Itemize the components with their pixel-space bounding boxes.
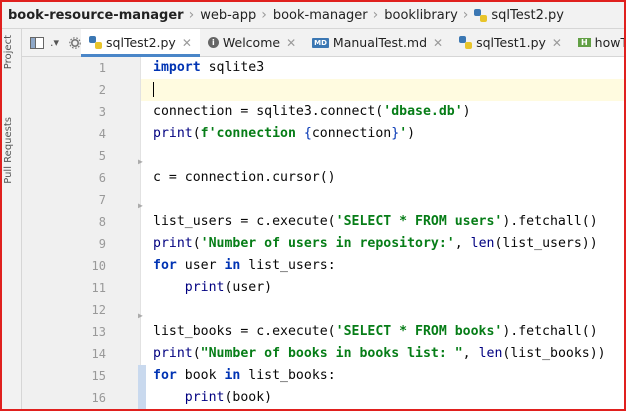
- close-icon[interactable]: ✕: [433, 36, 443, 50]
- ide-window: book-resource-manager › web-app › book-m…: [0, 0, 626, 411]
- code-line: 3 connection = sqlite3.connect('dbase.db…: [22, 101, 624, 123]
- text-caret: [153, 81, 154, 97]
- code-text: c = connection.cursor(): [153, 170, 336, 185]
- tab-label: sqlTest2.py: [106, 35, 176, 50]
- line-number: 15: [91, 369, 106, 383]
- tab-label: sqlTest1.py: [476, 35, 546, 50]
- code-text: import sqlite3: [153, 60, 265, 75]
- window-layout-icon[interactable]: [30, 36, 44, 49]
- more-options-icon[interactable]: .▾: [50, 36, 59, 49]
- code-line: 9 print('Number of users in repository:'…: [22, 233, 624, 255]
- python-file-icon: [474, 8, 488, 22]
- pull-requests-tool-button[interactable]: Pull Requests: [3, 117, 14, 184]
- code-text: list_books = c.execute('SELECT * FROM bo…: [153, 324, 598, 339]
- line-number: 10: [91, 259, 106, 273]
- project-view-controls: .▾: [22, 29, 81, 56]
- line-number: 8: [98, 215, 106, 229]
- change-marker: [138, 365, 146, 387]
- code-text: print('Number of users in repository:', …: [153, 236, 598, 251]
- line-number: 1: [98, 61, 106, 75]
- line-number: 9: [98, 237, 106, 251]
- breadcrumb: book-resource-manager › web-app › book-m…: [2, 2, 624, 29]
- editor-tabs: .▾ sqlTest2.py ✕ i Welcome ✕ MD ManualTe…: [22, 29, 624, 57]
- tab-label: ManualTest.md: [332, 35, 428, 50]
- tab-label: howTo.html: [594, 35, 626, 50]
- breadcrumb-item-book-manager[interactable]: book-manager: [267, 8, 368, 23]
- close-icon[interactable]: ✕: [182, 36, 192, 50]
- text-caret-line[interactable]: [141, 79, 624, 101]
- code-line: 13 list_books = c.execute('SELECT * FROM…: [22, 321, 624, 343]
- code-text: for book in list_books:: [153, 368, 336, 383]
- code-line-current: 2: [22, 79, 624, 101]
- html-file-icon: H: [577, 38, 591, 47]
- line-number: 7: [98, 193, 106, 207]
- breadcrumb-file-label: sqlTest2.py: [491, 7, 564, 23]
- info-icon: i: [207, 37, 219, 48]
- code-line: 5 ▶: [22, 145, 624, 167]
- code-text: for user in list_users:: [153, 258, 336, 273]
- change-marker: [138, 387, 146, 409]
- left-tool-strip: Project Pull Requests: [2, 29, 22, 409]
- line-number: 13: [91, 325, 106, 339]
- close-icon[interactable]: ✕: [552, 36, 562, 50]
- code-text: print(f'connection {connection}'): [153, 126, 416, 141]
- code-line: 6 c = connection.cursor(): [22, 167, 624, 189]
- code-text: print(user): [184, 280, 273, 295]
- code-text: print("Number of books in books list: ",…: [153, 346, 606, 361]
- python-file-icon: [89, 36, 103, 49]
- project-tool-button[interactable]: Project: [3, 35, 14, 69]
- line-number: 16: [91, 391, 106, 405]
- tab-label: Welcome: [222, 35, 281, 50]
- tab-sqltest2[interactable]: sqlTest2.py ✕: [81, 29, 200, 57]
- code-line: 14 print("Number of books in books list:…: [22, 343, 624, 365]
- code-line: 10 for user in list_users:: [22, 255, 624, 277]
- tab-welcome[interactable]: i Welcome ✕: [200, 29, 304, 56]
- code-line: 4 print(f'connection {connection}'): [22, 123, 624, 145]
- line-number: 4: [98, 127, 106, 141]
- tab-manualtest[interactable]: MD ManualTest.md ✕: [304, 29, 451, 56]
- line-number: 2: [98, 83, 106, 97]
- line-number: 3: [98, 105, 106, 119]
- line-number: 12: [91, 303, 106, 317]
- tab-howto[interactable]: H howTo.html: [570, 29, 626, 56]
- code-line: 11 print(user): [22, 277, 624, 299]
- close-icon[interactable]: ✕: [286, 36, 296, 50]
- code-line: 1 import sqlite3: [22, 57, 624, 79]
- breadcrumb-item-file[interactable]: sqlTest2.py: [468, 8, 564, 23]
- line-number: 5: [98, 149, 106, 163]
- gear-icon[interactable]: [69, 36, 81, 49]
- code-line: 15 for book in list_books:: [22, 365, 624, 387]
- breadcrumb-item-project[interactable]: book-resource-manager: [2, 8, 184, 23]
- code-text: connection = sqlite3.connect('dbase.db'): [153, 104, 471, 119]
- line-number: 6: [98, 171, 106, 185]
- breadcrumb-item-booklibrary[interactable]: booklibrary: [378, 8, 458, 23]
- tab-sqltest1[interactable]: sqlTest1.py ✕: [451, 29, 570, 56]
- python-file-icon: [459, 36, 473, 49]
- line-number: 14: [91, 347, 106, 361]
- code-line: 16 print(book): [22, 387, 624, 409]
- code-text: print(book): [184, 390, 273, 405]
- code-editor[interactable]: 1 import sqlite3 2 3 connection = sqlite…: [22, 57, 624, 409]
- code-line: 7 ▶: [22, 189, 624, 211]
- markdown-file-icon: MD: [312, 37, 329, 48]
- line-number: 11: [91, 281, 106, 295]
- code-line: 12 ▶: [22, 299, 624, 321]
- breadcrumb-item-web-app[interactable]: web-app: [194, 8, 256, 23]
- code-text: list_users = c.execute('SELECT * FROM us…: [153, 214, 598, 229]
- code-line: 8 list_users = c.execute('SELECT * FROM …: [22, 211, 624, 233]
